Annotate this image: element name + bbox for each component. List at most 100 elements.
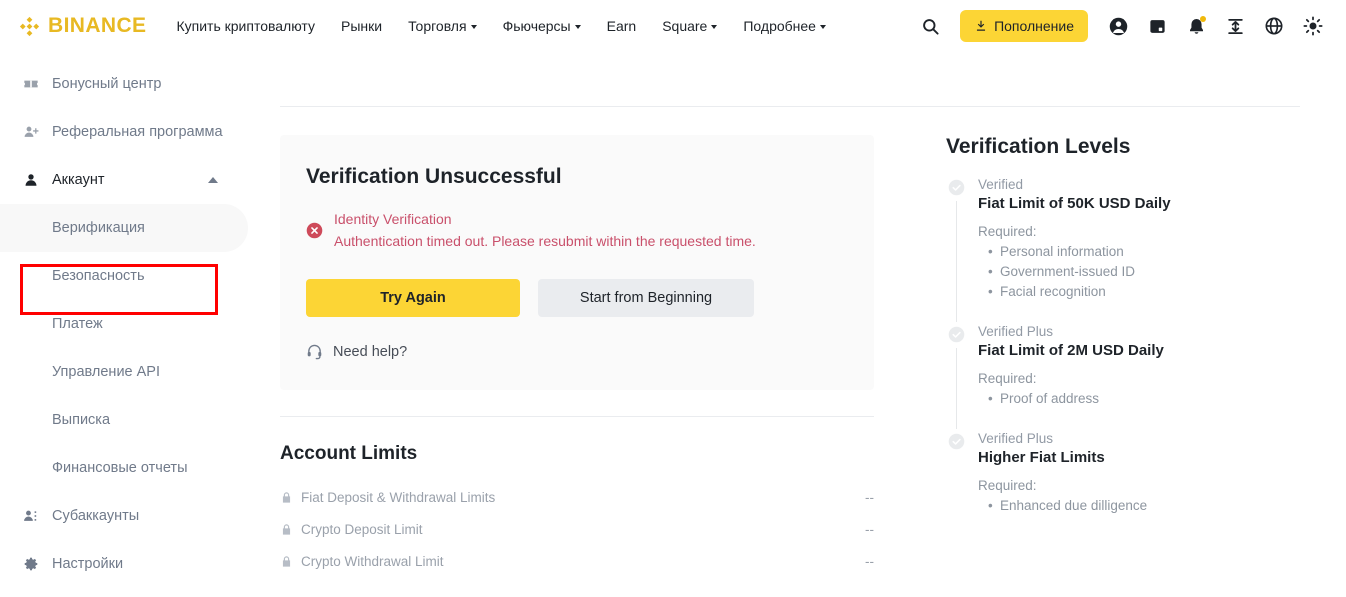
- sidebar-item-label: Реферальная программа: [52, 124, 223, 140]
- error-circle-icon: [306, 222, 323, 238]
- sidebar-item-label: Платеж: [52, 316, 103, 332]
- level-tag: Verified Plus: [978, 324, 1054, 339]
- sidebar-item-payment[interactable]: Платеж: [0, 300, 262, 348]
- verification-level: Verified Plus Fiat Limit of 2M USD Daily…: [946, 324, 1266, 431]
- limit-value: --: [865, 521, 874, 537]
- headset-icon: [307, 344, 322, 360]
- level-required-label: Required:: [978, 478, 1037, 493]
- sidebar-item-label: Настройки: [52, 556, 124, 572]
- limit-label: Fiat Deposit & Withdrawal Limits: [301, 489, 496, 505]
- chevron-down-icon: [574, 25, 581, 29]
- level-headline: Fiat Limit of 2M USD Daily: [978, 342, 1164, 359]
- requirement-item: Enhanced due dilligence: [988, 496, 1147, 516]
- limits-divider: [280, 416, 874, 417]
- level-required-label: Required:: [978, 224, 1037, 239]
- search-icon[interactable]: [917, 13, 943, 39]
- download-icon: [976, 20, 986, 31]
- sidebar-item-statement[interactable]: Выписка: [0, 396, 262, 444]
- nav-label: Купить криптовалюту: [176, 18, 315, 34]
- nav-item-buy-crypto[interactable]: Купить криптовалюту: [176, 18, 315, 34]
- nav-item-futures[interactable]: Фьючерсы: [503, 18, 581, 34]
- sidebar-item-label: Финансовые отчеты: [52, 460, 188, 476]
- chevron-down-icon: [470, 25, 477, 29]
- level-requirements: Proof of address: [978, 389, 1164, 409]
- sidebar-item-security[interactable]: Безопасность: [0, 252, 262, 300]
- deposit-button-label: Пополнение: [994, 18, 1074, 34]
- account-limits-title: Account Limits: [280, 443, 418, 464]
- page-body: Бонусный центр Реферальная программа Акк…: [0, 52, 1346, 597]
- notification-badge: [1200, 16, 1206, 22]
- start-from-beginning-button[interactable]: Start from Beginning: [538, 279, 754, 317]
- sidebar-item-label: Верификация: [52, 220, 145, 236]
- sidebar-item-subaccounts[interactable]: Субаккаунты: [0, 492, 262, 540]
- limit-row: Fiat Deposit & Withdrawal Limits --: [280, 481, 874, 513]
- level-headline: Fiat Limit of 50K USD Daily: [978, 195, 1171, 212]
- chevron-up-icon: [208, 177, 218, 183]
- verification-level: Verified Plus Higher Fiat Limits Require…: [946, 431, 1266, 538]
- check-circle-icon: [948, 326, 964, 343]
- requirement-item: Facial recognition: [988, 282, 1171, 302]
- sidebar-item-api-management[interactable]: Управление API: [0, 348, 262, 396]
- user-icon: [22, 171, 40, 189]
- wallet-icon[interactable]: [1144, 13, 1170, 39]
- nav-item-markets[interactable]: Рынки: [341, 18, 382, 34]
- verification-error-description: Authentication timed out. Please resubmi…: [334, 233, 756, 249]
- header-actions: Пополнение: [917, 10, 1326, 42]
- verification-level: Verified Fiat Limit of 50K USD Daily Req…: [946, 177, 1266, 324]
- sidebar-item-rewards-hub[interactable]: Бонусный центр: [0, 60, 262, 108]
- main-nav: Купить криптовалюту Рынки Торговля Фьюче…: [176, 18, 917, 34]
- limit-value: --: [865, 489, 874, 505]
- nav-label: Square: [662, 18, 708, 34]
- sidebar-group-account[interactable]: Аккаунт: [0, 156, 262, 204]
- verification-card-title: Verification Unsuccessful: [306, 165, 562, 188]
- sidebar-item-label: Выписка: [52, 412, 111, 428]
- user-plus-icon: [22, 123, 40, 141]
- binance-logo-icon: [19, 16, 40, 36]
- transfer-icon[interactable]: [1222, 13, 1248, 39]
- level-headline: Higher Fiat Limits: [978, 449, 1105, 466]
- nav-item-square[interactable]: Square: [662, 18, 718, 34]
- binance-logo[interactable]: BINANCE: [18, 14, 146, 38]
- level-requirements: Personal information Government-issued I…: [978, 242, 1171, 302]
- level-requirements: Enhanced due dilligence: [978, 496, 1147, 516]
- sidebar-item-label: Управление API: [52, 364, 161, 380]
- globe-icon[interactable]: [1261, 13, 1287, 39]
- need-help-label: Need help?: [333, 343, 408, 360]
- sidebar-item-label: Безопасность: [52, 268, 145, 284]
- level-required-label: Required:: [978, 371, 1037, 386]
- nav-item-trade[interactable]: Торговля: [408, 18, 477, 34]
- verification-status-card: Verification Unsuccessful Identity Verif…: [280, 135, 874, 390]
- nav-label: Earn: [606, 18, 637, 34]
- timeline-connector: [955, 348, 957, 429]
- left-column: Verification Unsuccessful Identity Verif…: [280, 135, 876, 577]
- sidebar-item-settings[interactable]: Настройки: [0, 540, 262, 588]
- limit-row: Crypto Deposit Limit --: [280, 513, 874, 545]
- users-icon: [22, 507, 40, 525]
- try-again-button[interactable]: Try Again: [306, 279, 520, 317]
- nav-label: Торговля: [408, 18, 467, 34]
- lock-icon: [282, 523, 291, 535]
- sidebar: Бонусный центр Реферальная программа Акк…: [0, 52, 262, 597]
- nav-item-earn[interactable]: Earn: [607, 18, 637, 34]
- lock-icon: [282, 491, 291, 503]
- level-tag: Verified: [978, 177, 1024, 192]
- main-content: Verification Unsuccessful Identity Verif…: [262, 52, 1346, 597]
- limit-label: Crypto Deposit Limit: [301, 521, 423, 537]
- requirement-item: Government-issued ID: [988, 262, 1171, 282]
- deposit-button[interactable]: Пополнение: [960, 10, 1088, 42]
- bell-icon[interactable]: [1183, 13, 1209, 39]
- verification-actions: Try Again Start from Beginning: [306, 279, 848, 317]
- chevron-down-icon: [819, 25, 826, 29]
- profile-icon[interactable]: [1105, 13, 1131, 39]
- nav-item-more[interactable]: Подробнее: [743, 18, 826, 34]
- need-help-link[interactable]: Need help?: [306, 343, 848, 360]
- check-circle-icon: [948, 179, 964, 196]
- sidebar-item-referral[interactable]: Реферальная программа: [0, 108, 262, 156]
- requirement-item: Personal information: [988, 242, 1171, 262]
- ticket-icon: [22, 75, 40, 93]
- nav-label: Рынки: [341, 18, 383, 34]
- sidebar-item-financial-reports[interactable]: Финансовые отчеты: [0, 444, 262, 492]
- sidebar-item-verification[interactable]: Верификация: [0, 204, 248, 252]
- chevron-down-icon: [711, 25, 718, 29]
- theme-icon[interactable]: [1300, 13, 1326, 39]
